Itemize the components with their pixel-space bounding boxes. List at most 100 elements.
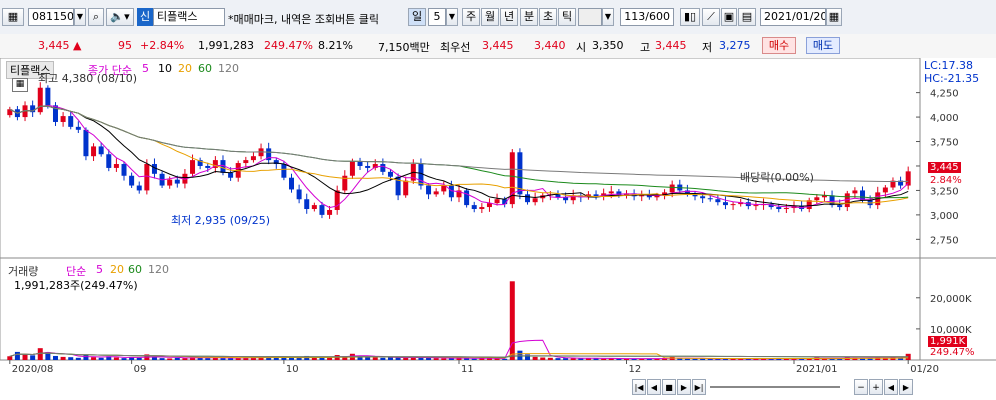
sell-button[interactable]: 매도 [806,37,840,54]
buy-button[interactable]: 매수 [762,37,796,54]
dividend-annotation: 배당락(0.00%) [740,171,814,184]
low-price: 3,275 [719,39,751,52]
volume-bar [83,355,89,360]
min-price-annotation: 최저 2,935 (09/25) [171,214,271,227]
candle-body [45,87,51,106]
trendline-icon[interactable]: ⟋ [702,8,720,26]
market-badge: 신 [137,8,153,26]
volume-ratio: 249.47% [264,39,313,52]
candle-body [91,146,97,157]
candle-body [722,202,728,206]
scroll-prev-icon[interactable]: ◀ [647,379,661,395]
save-icon[interactable]: ▣ [721,8,737,26]
search-icon[interactable]: ⌕ [88,8,104,26]
table-view-icon[interactable]: ▦ [12,78,28,92]
scroll-first-icon[interactable]: |◀ [632,379,646,395]
period-week-button[interactable]: 주 [462,8,480,26]
period-value-field[interactable]: 5 [428,8,446,26]
volume-bar [532,356,538,360]
candle-body [289,177,295,190]
period-minute-button[interactable]: 분 [520,8,538,26]
candle-body [334,190,340,210]
scroll-stop-icon[interactable]: ■ [662,379,676,395]
volume-bar [22,354,28,360]
period-second-button[interactable]: 초 [539,8,557,26]
vol-ma5-legend: 5 [96,263,103,276]
scroll-left-icon[interactable]: ◀ [884,379,898,395]
scroll-next-icon[interactable]: ▶ [677,379,691,395]
grid-menu-icon[interactable]: ▦ [2,8,24,26]
volume-bar [555,358,561,360]
volume-bar [441,358,447,360]
volume-bar [7,356,13,360]
vol-ma120-legend: 120 [148,263,169,276]
period-dropdown-icon[interactable]: ▼ [446,8,458,26]
ma10-legend: 10 [158,62,172,75]
period-month-button[interactable]: 월 [481,8,499,26]
period-day-button[interactable]: 일 [408,8,426,26]
zoom-slider[interactable] [710,386,840,388]
turnover-rate: 8.21% [318,39,353,52]
zoom-out-icon[interactable]: − [854,379,868,395]
hc-label: HC:-21.35 [924,72,980,85]
candle-body [525,194,531,203]
volume: 1,991,283 [198,39,254,52]
date-field[interactable]: 2021/01/20 [760,8,826,26]
open-price: 3,350 [592,39,624,52]
candle-body [387,171,393,177]
price-change: 95 [118,39,132,52]
volume-bar [464,358,470,360]
candle-body [669,184,675,193]
candle-body [121,164,127,176]
candle-body [464,190,470,206]
volume-bar [547,357,553,360]
scroll-last-icon[interactable]: ▶| [692,379,706,395]
volume-bar [296,357,302,360]
candle-body [426,185,432,195]
volume-bar [220,358,226,360]
candle-type-icon[interactable]: ▮▯ [680,8,700,26]
period-year-button[interactable]: 년 [500,8,518,26]
candle-body [205,165,211,168]
candle-body [304,199,310,210]
calendar-settings-icon[interactable]: ▤ [738,8,756,26]
data-count-field[interactable]: 113/600 [620,8,674,26]
volume-last-pct-tag: 249.47% [928,347,977,358]
zoom-in-icon[interactable]: + [869,379,883,395]
candle-body [730,204,736,206]
candle-body [68,116,74,127]
tick-count-field[interactable] [578,8,602,26]
calendar-icon[interactable]: ▦ [826,8,842,26]
candle-body [700,196,706,199]
last-price-tag: 3,445 [928,162,961,173]
period-tick-button[interactable]: 틱 [558,8,576,26]
candle-body [639,195,645,197]
stock-chart[interactable]: 4,2504,0003,7503,5003,2503,0002,75020,00… [0,58,996,400]
sound-icon[interactable]: 🔈▾ [106,8,134,26]
high-price: 3,445 [655,39,687,52]
scroll-right-icon[interactable]: ▶ [899,379,913,395]
volume-bar [540,357,546,360]
volume-bar [205,358,211,360]
best-quote-label: 최우선 [440,41,471,54]
candle-body [494,199,500,204]
volume-bar [68,357,74,360]
candle-body [403,180,409,196]
volume-bar [52,355,58,360]
candle-body [250,156,256,161]
volume-bar [570,358,576,360]
volume-bar [228,358,234,360]
code-dropdown-icon[interactable]: ▼ [74,8,86,26]
volume-bar [418,357,424,360]
volume-bar [136,357,142,360]
hint-text: *매매마크, 내역은 조회버튼 클릭 [228,13,380,26]
vol-ma60-legend: 60 [128,263,142,276]
candle-body [555,194,561,198]
volume-bar [365,357,371,360]
volume-bar [327,357,333,360]
stock-code-field[interactable]: 081150 [28,8,74,26]
candle-body [327,209,333,215]
tick-dropdown-icon[interactable]: ▼ [602,8,614,26]
candle-body [243,160,249,164]
candle-body [753,205,759,207]
